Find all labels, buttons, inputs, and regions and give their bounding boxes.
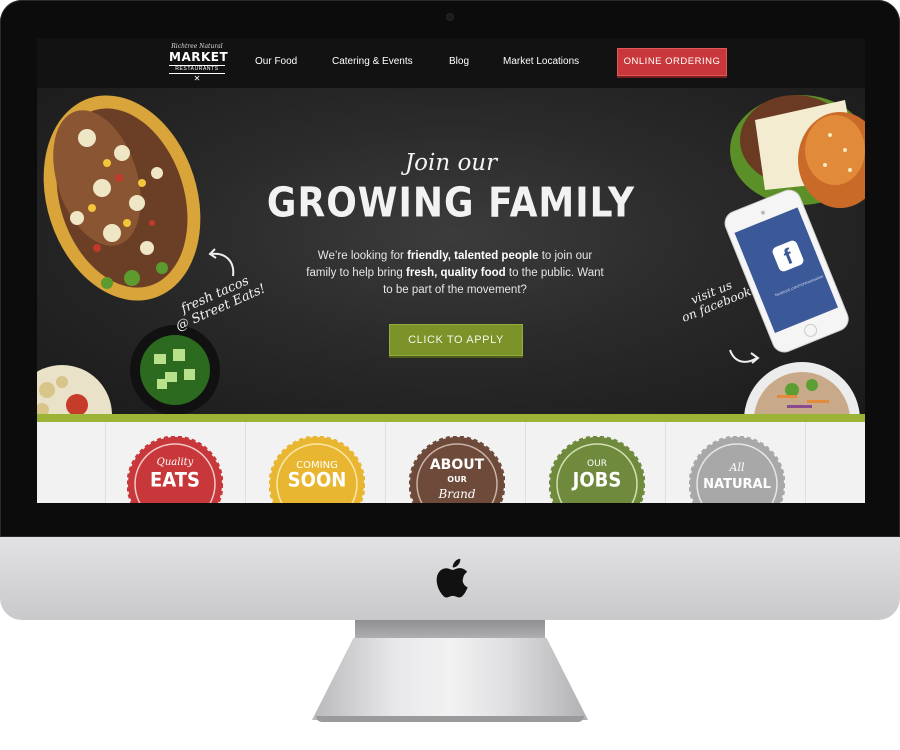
hero-script-title: Join our [404,150,498,176]
column-divider [245,422,246,503]
salad-bowl-image [744,362,860,414]
monitor-stand-base [316,716,584,722]
badge-big-text: SOON [287,468,347,492]
badge-all-natural[interactable]: All NATURAL [688,435,786,503]
badge-our-jobs[interactable]: OUR JOBS [548,435,646,503]
apple-icon [436,558,468,598]
nav-blog[interactable]: Blog [449,56,469,67]
apply-button[interactable]: CLICK TO APPLY [389,324,523,356]
pasta-bowl-image [37,365,112,414]
nav-catering-events[interactable]: Catering & Events [332,56,413,67]
screen: f facebook.com/richtreemarket Join our G… [37,38,865,503]
top-navbar: Richtree Natural MARKET RESTAURANTS ✕ Ou… [37,38,865,88]
online-ordering-button[interactable]: ONLINE ORDERING [617,48,727,76]
curved-arrow-icon [208,248,235,277]
hero-description: We’re looking for friendly, talented peo… [306,250,604,296]
badge-small-text: OUR [587,459,607,469]
badge-small-text: ABOUT [429,457,485,473]
badge-big-text: NATURAL [703,477,771,492]
badge-small-text: Quality [156,457,194,468]
badge-about-our-brand[interactable]: ABOUT OUR Brand [408,435,506,503]
hero-section: f facebook.com/richtreemarket Join our G… [37,88,865,414]
cutlery-icon: ✕ [193,74,201,83]
column-divider [525,422,526,503]
column-divider [665,422,666,503]
badge-big-text: JOBS [572,468,622,492]
nav-market-locations[interactable]: Market Locations [503,56,579,67]
camera-icon [447,14,453,20]
peppers-bowl-image [130,325,220,414]
badge-mid-text: OUR [447,475,467,484]
column-divider [105,422,106,503]
hero-title: GROWING FAMILY [266,179,636,228]
divider-bar [37,414,865,422]
nav-our-food[interactable]: Our Food [255,56,297,67]
curved-arrow-icon [729,349,760,364]
badge-quality-eats[interactable]: Quality EATS [126,435,224,503]
badge-big-text: EATS [149,468,201,492]
badge-strip: Quality EATS COMING SOON ABOUT OUR Brand [37,422,865,503]
column-divider [385,422,386,503]
badge-coming-soon[interactable]: COMING SOON [268,435,366,503]
column-divider [805,422,806,503]
brand-logo[interactable]: Richtree Natural MARKET RESTAURANTS ✕ [169,44,228,83]
badge-small-text: All [729,461,745,474]
badge-big-text: Brand [438,487,476,501]
monitor-stand [312,638,588,720]
